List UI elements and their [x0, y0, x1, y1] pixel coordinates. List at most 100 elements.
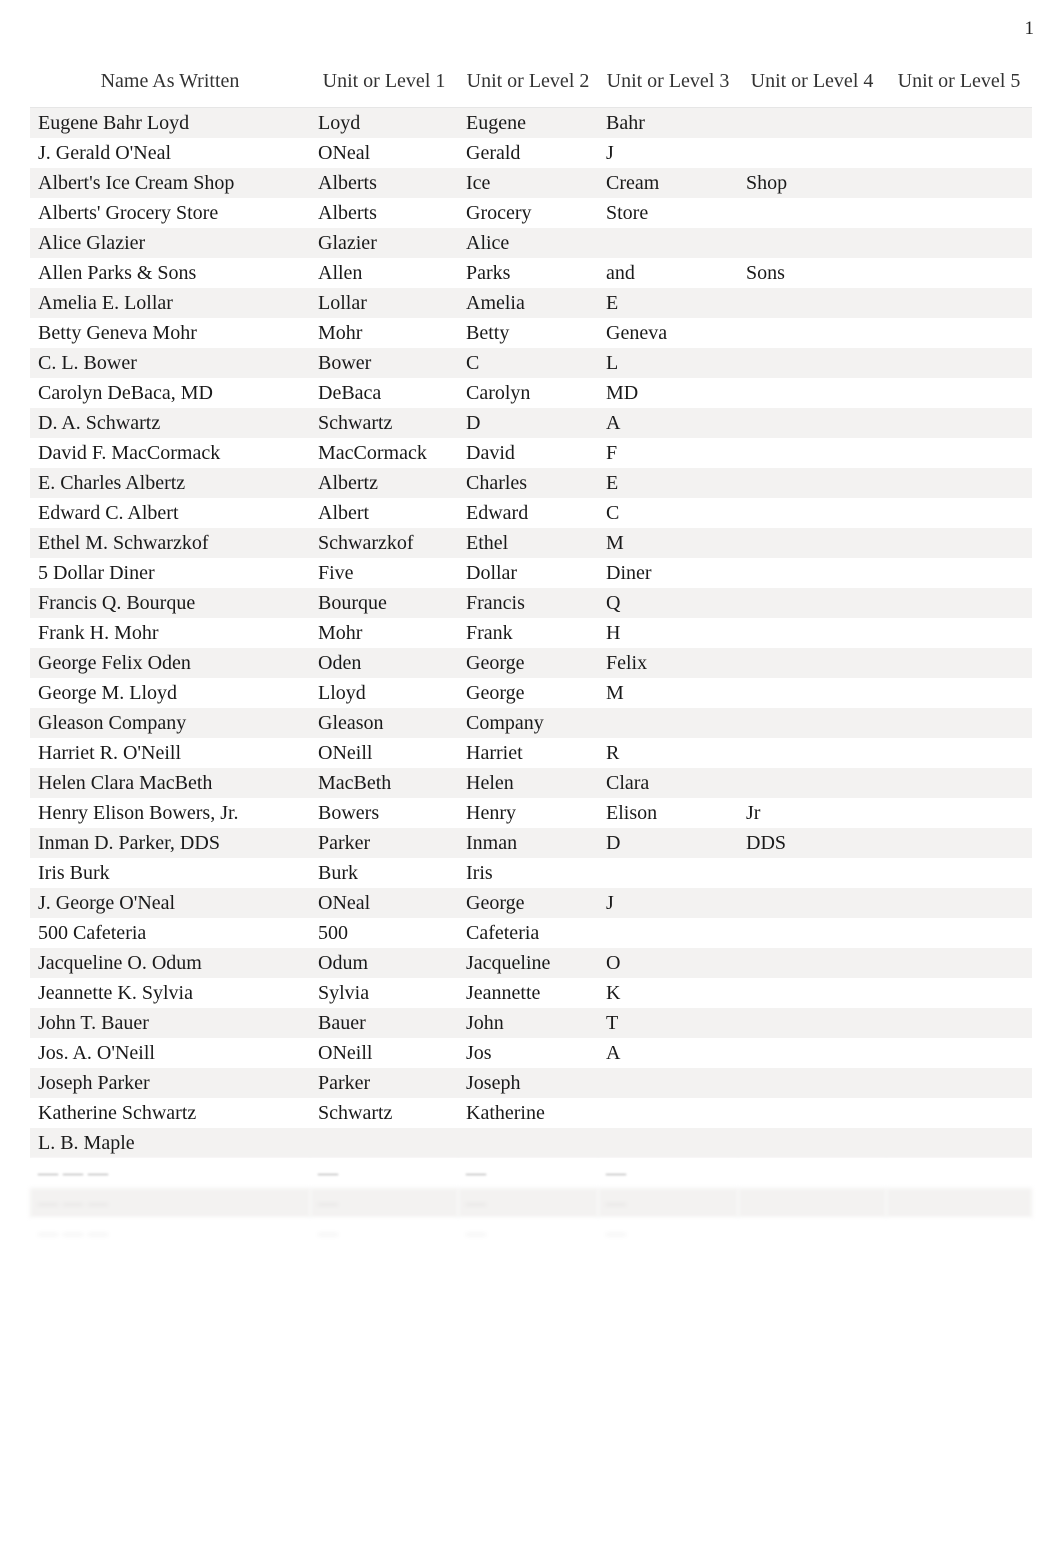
cell-unit-2: Eugene [458, 108, 598, 139]
cell-unit-2: Amelia [458, 288, 598, 318]
cell-unit-4 [738, 678, 886, 708]
cell-unit-3: M [598, 678, 738, 708]
table-row: Eugene Bahr LoydLoydEugeneBahr [30, 108, 1032, 139]
cell-unit-4 [738, 588, 886, 618]
cell-unit-5 [886, 468, 1032, 498]
cell-unit-4 [738, 498, 886, 528]
table-row: Jos. A. O'NeillONeillJosA [30, 1038, 1032, 1068]
cell-unit-2: John [458, 1008, 598, 1038]
cell-name: 500 Cafeteria [30, 918, 310, 948]
cell-unit-2: Jacqueline [458, 948, 598, 978]
cell-unit-1: Bourque [310, 588, 458, 618]
cell-unit-1: Parker [310, 828, 458, 858]
cell-unit-2: D [458, 408, 598, 438]
cell-unit-3: D [598, 828, 738, 858]
cell-unit-4 [738, 228, 886, 258]
cell-unit-5 [886, 498, 1032, 528]
table-row-blurred: — — ———— [30, 1158, 1032, 1188]
cell-unit-5 [886, 798, 1032, 828]
cell-unit-3: Diner [598, 558, 738, 588]
cell-unit-4 [738, 468, 886, 498]
cell-unit-3: H [598, 618, 738, 648]
cell-unit-3: K [598, 978, 738, 1008]
col-header-unit-3: Unit or Level 3 [598, 60, 738, 108]
cell-name: Jos. A. O'Neill [30, 1038, 310, 1068]
cell-unit-3 [598, 858, 738, 888]
cell-unit-2: Iris [458, 858, 598, 888]
cell-unit-3: MD [598, 378, 738, 408]
cell-unit-5 [886, 408, 1032, 438]
cell-name: Henry Elison Bowers, Jr. [30, 798, 310, 828]
table-row: Katherine SchwartzSchwartzKatherine [30, 1098, 1032, 1128]
cell-unit-2: George [458, 888, 598, 918]
cell-unit-3: Cream [598, 168, 738, 198]
cell-unit-3: Geneva [598, 318, 738, 348]
cell-name: Inman D. Parker, DDS [30, 828, 310, 858]
col-header-unit-2: Unit or Level 2 [458, 60, 598, 108]
cell-unit-4 [738, 708, 886, 738]
cell-unit-2: Inman [458, 828, 598, 858]
cell-name: George Felix Oden [30, 648, 310, 678]
cell-unit-2: Carolyn [458, 378, 598, 408]
cell-unit-3: Elison [598, 798, 738, 828]
cell-unit-3: Felix [598, 648, 738, 678]
cell-unit-3: Q [598, 588, 738, 618]
table-row: Jeannette K. SylviaSylviaJeannetteK [30, 978, 1032, 1008]
cell-unit-1: Oden [310, 648, 458, 678]
cell-unit-2: Harriet [458, 738, 598, 768]
cell-unit-2: Jos [458, 1038, 598, 1068]
cell-name: Betty Geneva Mohr [30, 318, 310, 348]
cell-name: — — — [30, 1188, 310, 1218]
table-row: Amelia E. LollarLollarAmeliaE [30, 288, 1032, 318]
cell-unit-4 [738, 378, 886, 408]
cell-unit-5 [886, 1038, 1032, 1068]
cell-unit-3: and [598, 258, 738, 288]
table-row: Betty Geneva MohrMohrBettyGeneva [30, 318, 1032, 348]
cell-unit-1: MacCormack [310, 438, 458, 468]
cell-unit-4: Jr [738, 798, 886, 828]
cell-name: J. George O'Neal [30, 888, 310, 918]
cell-unit-5 [886, 288, 1032, 318]
cell-unit-5 [886, 558, 1032, 588]
cell-unit-5 [886, 858, 1032, 888]
cell-unit-3: Bahr [598, 108, 738, 139]
cell-unit-1: Albert [310, 498, 458, 528]
cell-unit-5 [886, 378, 1032, 408]
table-row: J. Gerald O'NealONealGeraldJ [30, 138, 1032, 168]
cell-unit-2: Alice [458, 228, 598, 258]
table-row: J. George O'NealONealGeorgeJ [30, 888, 1032, 918]
cell-unit-4 [738, 1008, 886, 1038]
cell-name: Frank H. Mohr [30, 618, 310, 648]
cell-unit-1: Sylvia [310, 978, 458, 1008]
cell-unit-5 [886, 888, 1032, 918]
cell-name: J. Gerald O'Neal [30, 138, 310, 168]
cell-unit-3: J [598, 138, 738, 168]
cell-unit-1: Parker [310, 1068, 458, 1098]
cell-unit-2: Charles [458, 468, 598, 498]
cell-unit-2: Parks [458, 258, 598, 288]
cell-unit-1: ONeal [310, 138, 458, 168]
cell-unit-4 [738, 1098, 886, 1128]
cell-unit-4 [738, 558, 886, 588]
cell-unit-1: Mohr [310, 318, 458, 348]
cell-unit-5 [886, 348, 1032, 378]
cell-unit-2: Dollar [458, 558, 598, 588]
cell-name: Joseph Parker [30, 1068, 310, 1098]
cell-name: Amelia E. Lollar [30, 288, 310, 318]
cell-unit-3: F [598, 438, 738, 468]
cell-unit-2: — [458, 1158, 598, 1188]
cell-unit-5 [886, 648, 1032, 678]
cell-unit-5 [886, 138, 1032, 168]
table-row: Gleason CompanyGleasonCompany [30, 708, 1032, 738]
table-row: Ethel M. SchwarzkofSchwarzkofEthelM [30, 528, 1032, 558]
cell-unit-3: — [598, 1158, 738, 1188]
cell-unit-2: Joseph [458, 1068, 598, 1098]
cell-unit-1: Alberts [310, 198, 458, 228]
cell-name: Jacqueline O. Odum [30, 948, 310, 978]
cell-unit-1: Bower [310, 348, 458, 378]
table-row: Alice GlazierGlazierAlice [30, 228, 1032, 258]
cell-name: Eugene Bahr Loyd [30, 108, 310, 139]
cell-unit-1: ONeill [310, 738, 458, 768]
table-row-blurred: — — ———— [30, 1218, 1032, 1248]
table-row: Francis Q. BourqueBourqueFrancisQ [30, 588, 1032, 618]
